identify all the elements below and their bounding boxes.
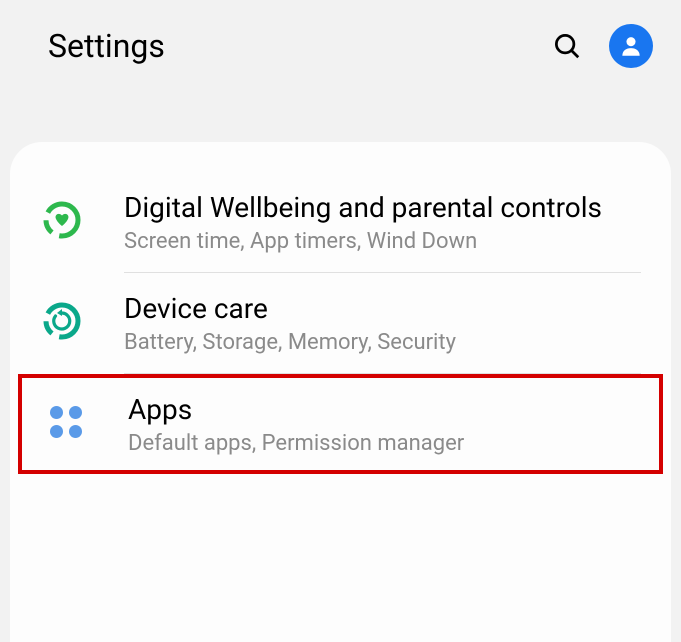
page-title: Settings [48, 27, 165, 65]
device-care-icon [40, 299, 84, 343]
item-text: Apps Default apps, Permission manager [128, 392, 637, 456]
settings-card: Digital Wellbeing and parental controls … [10, 142, 671, 642]
item-subtitle: Default apps, Permission manager [128, 431, 637, 456]
item-title: Device care [124, 291, 641, 326]
item-title: Digital Wellbeing and parental controls [124, 190, 641, 225]
apps-icon [50, 406, 82, 438]
header-actions [549, 24, 653, 68]
profile-button[interactable] [609, 24, 653, 68]
settings-item-device-care[interactable]: Device care Battery, Storage, Memory, Se… [10, 273, 671, 373]
item-subtitle: Screen time, App timers, Wind Down [124, 229, 641, 254]
item-text: Digital Wellbeing and parental controls … [124, 190, 641, 254]
settings-item-digital-wellbeing[interactable]: Digital Wellbeing and parental controls … [10, 172, 671, 272]
settings-item-apps[interactable]: Apps Default apps, Permission manager [22, 378, 659, 470]
item-text: Device care Battery, Storage, Memory, Se… [124, 291, 641, 355]
digital-wellbeing-icon [40, 198, 84, 242]
search-icon [552, 31, 582, 61]
settings-header: Settings [0, 0, 681, 92]
item-subtitle: Battery, Storage, Memory, Security [124, 330, 641, 355]
apps-icon-wrap [44, 400, 88, 444]
item-title: Apps [128, 392, 637, 427]
search-button[interactable] [549, 28, 585, 64]
profile-icon [618, 33, 644, 59]
apps-highlight: Apps Default apps, Permission manager [18, 374, 663, 474]
